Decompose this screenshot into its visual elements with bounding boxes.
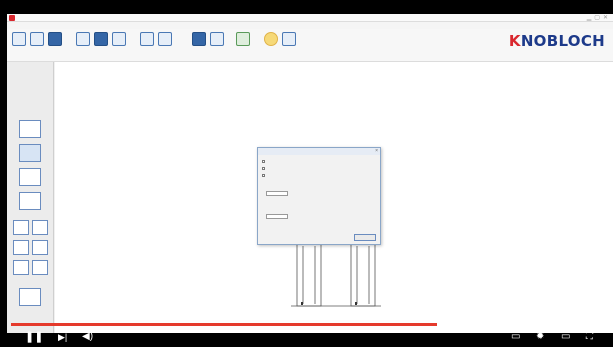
fullscreen-icon[interactable]: ⛶ — [586, 330, 593, 344]
settings-icon[interactable]: ✹ — [536, 330, 544, 344]
dialog-option[interactable] — [262, 166, 267, 170]
play-icon[interactable]: ❚❚ — [25, 330, 43, 344]
video-progress-bar[interactable] — [11, 323, 602, 326]
player-controls: ❚❚ ▶| ◀) ▭ ✹ ▭ ⛶ — [0, 328, 613, 347]
tool-chart[interactable] — [191, 31, 207, 53]
next-icon[interactable]: ▶| — [58, 330, 67, 344]
dialog-option[interactable] — [262, 159, 267, 163]
cabinet-leg-right — [350, 243, 376, 307]
cabinet-leg-left — [296, 243, 322, 307]
tool-text[interactable] — [93, 31, 109, 53]
export-icon — [236, 32, 250, 46]
volume-icon[interactable]: ◀) — [82, 330, 93, 344]
accessory-icon[interactable] — [19, 288, 41, 306]
value-field-2[interactable] — [266, 214, 288, 219]
tool-view[interactable] — [157, 31, 173, 53]
bulb-icon — [264, 32, 278, 46]
tool-help[interactable] — [281, 31, 297, 53]
app-icon — [9, 15, 15, 21]
close-icon[interactable]: × — [375, 148, 378, 155]
tool-bulb[interactable] — [263, 31, 279, 53]
miniplayer-icon[interactable]: ▭ — [561, 330, 570, 344]
single-cabinet-icon[interactable] — [19, 120, 41, 138]
menu-bar — [7, 22, 613, 29]
double-cabinet-icon[interactable] — [32, 260, 48, 275]
tool-layout[interactable] — [139, 31, 155, 53]
base-cabinet-icon[interactable] — [19, 144, 41, 162]
dialog-title — [258, 148, 380, 155]
double-cabinet-icon[interactable] — [13, 220, 29, 235]
tool-save[interactable] — [47, 31, 63, 53]
chart-icon — [192, 32, 206, 46]
tool-new-file[interactable] — [11, 31, 27, 53]
double-cabinet-icon[interactable] — [32, 220, 48, 235]
options-dialog: × — [257, 147, 381, 245]
played-bar — [11, 323, 437, 326]
dialog-option[interactable] — [262, 173, 267, 177]
subtitles-icon[interactable]: ▭ — [511, 330, 520, 344]
logo-letter-k: K — [508, 32, 521, 50]
new-file-icon — [12, 32, 26, 46]
help-icon — [282, 32, 296, 46]
tool-print[interactable] — [75, 31, 91, 53]
title-bar: ▁▢✕ — [7, 14, 613, 22]
double-cabinet-icon[interactable] — [13, 260, 29, 275]
tool-open-file[interactable] — [29, 31, 45, 53]
tool-measure[interactable] — [111, 31, 127, 53]
knobloch-logo: KNOBLOCH — [509, 32, 605, 50]
logo-text: NOBLOCH — [520, 32, 605, 50]
cabinet-icon — [210, 32, 224, 46]
window-controls[interactable]: ▁▢✕ — [587, 15, 611, 21]
layout-icon — [140, 32, 154, 46]
tool-export[interactable] — [235, 31, 251, 53]
video-frame: ▁▢✕ KNOBLOCH × ❚❚ ▶| ◀) ▭ ✹ ▭ ⛶ — [0, 0, 613, 347]
tool-cabinet[interactable] — [209, 31, 225, 53]
ok-button[interactable] — [354, 234, 376, 241]
toolbar-ribbon: KNOBLOCH — [7, 29, 613, 62]
text-tool-icon — [94, 32, 108, 46]
double-cabinet-icon[interactable] — [32, 240, 48, 255]
checkbox[interactable] — [262, 166, 265, 170]
print-icon — [76, 32, 90, 46]
buffered-bar — [436, 323, 502, 326]
measure-icon — [112, 32, 126, 46]
view-icon — [158, 32, 172, 46]
left-panel — [7, 62, 54, 333]
checkbox[interactable] — [262, 159, 265, 163]
wall-cabinet-icon[interactable] — [19, 168, 41, 186]
double-cabinet-icon[interactable] — [13, 240, 29, 255]
software-screen: ▁▢✕ KNOBLOCH × — [7, 14, 613, 333]
open-file-icon — [30, 32, 44, 46]
checkbox[interactable] — [262, 173, 265, 177]
save-icon — [48, 32, 62, 46]
value-field[interactable] — [266, 191, 288, 196]
frame-icon[interactable] — [19, 192, 41, 210]
